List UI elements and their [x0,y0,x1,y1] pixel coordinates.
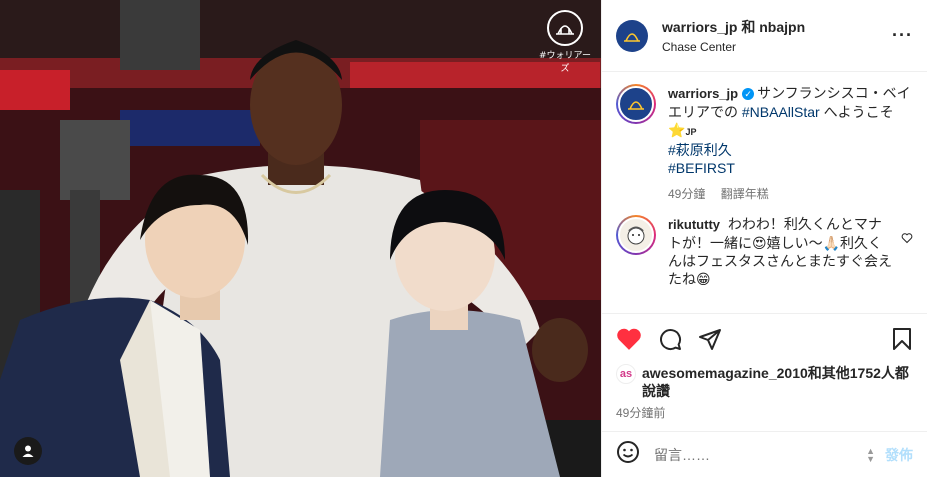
person-icon [22,445,34,457]
save-button[interactable] [891,327,913,356]
more-options-button[interactable]: ··· [892,25,913,46]
comment-body: rikututty わわわ！利久くんとマナトが！一緒に😍嬉しい〜🙏🏻利久くんはフ… [668,215,893,288]
warriors-logo-icon [628,101,644,110]
share-button[interactable] [698,327,722,356]
post-header-text: warriors_jp 和 nbajpn Chase Center [662,17,892,54]
caption-row: warriors_jp ✓ サンフランシスコ・ベイエリアでの #NBAAllStar… [616,84,913,203]
caption-time: 49分鐘 [668,187,706,201]
action-row [616,324,913,358]
comment-input[interactable] [654,446,859,463]
star-emoji: ⭐ [668,122,686,138]
emoji-button[interactable] [616,440,640,469]
comments-section: warriors_jp ✓ サンフランシスコ・ベイエリアでの #NBAAllStar… [602,72,927,313]
cartoon-avatar-icon [627,226,645,245]
post-header: warriors_jp 和 nbajpn Chase Center ··· [602,0,927,72]
heart-icon [617,328,641,350]
hashtag-allstar[interactable]: #NBAAllStar [742,104,820,120]
hashtag-group[interactable]: #BEFIRST [668,160,735,176]
caption-avatar[interactable] [616,84,656,124]
likes-summary: as awesomemagazine_2010和其他1752人都說讚 [616,364,913,400]
bookmark-icon [893,327,911,350]
commenter-avatar[interactable] [616,215,656,255]
post-authors[interactable]: warriors_jp 和 nbajpn [662,17,892,37]
author-avatar[interactable] [616,19,648,52]
post-side-panel: warriors_jp 和 nbajpn Chase Center ··· wa… [601,0,927,477]
post-actions: as awesomemagazine_2010和其他1752人都說讚 49分鐘前 [602,313,927,421]
caption-username[interactable]: warriors_jp [668,86,738,101]
caption-body: warriors_jp ✓ サンフランシスコ・ベイエリアでの #NBAAllStar… [668,84,913,203]
translate-link[interactable]: 翻譯年糕 [721,187,769,201]
comment-composer: ▲▼ 發佈 [602,431,927,477]
emoji-icon [617,441,639,463]
more-icon: ··· [892,25,913,45]
comment-button[interactable] [658,327,682,356]
liker-avatar[interactable]: as [616,364,636,384]
likes-text[interactable]: awesomemagazine_2010和其他1752人都說讚 [642,364,913,400]
tagged-users-button[interactable] [14,437,42,465]
share-icon [699,328,721,350]
verified-badge-icon: ✓ [742,88,755,101]
post-location[interactable]: Chase Center [662,40,892,54]
caption-meta: 49分鐘 翻譯年糕 [668,185,913,203]
like-button[interactable] [616,327,642,356]
heart-outline-icon [901,233,913,244]
comment-username[interactable]: rikututty [668,217,720,232]
comment-like-button[interactable] [901,231,913,288]
post-comment-button[interactable]: 發佈 [885,445,913,465]
post-timestamp: 49分鐘前 [616,406,666,420]
jp-tag: JP [685,127,697,137]
resize-handle-icon: ▲ ▼ [866,445,875,464]
warriors-brand-mark: #ウォリアーズ [539,10,591,74]
warriors-logo-icon [624,32,640,42]
hashtag-name[interactable]: #萩原利久 [668,142,732,158]
caption-text-after: へようこそ [823,104,894,120]
warriors-brand-text: #ウォリアーズ [539,51,592,74]
post-photo[interactable]: #ウォリアーズ [0,0,601,477]
instagram-post-view: #ウォリアーズ warriors_jp 和 nbajpn Chase Cente… [0,0,927,477]
warriors-logo-icon [547,10,583,46]
comment-row: rikututty わわわ！利久くんとマナトが！一緒に😍嬉しい〜🙏🏻利久くんはフ… [616,215,913,288]
comment-icon [660,328,682,350]
photo-scene [0,0,601,477]
